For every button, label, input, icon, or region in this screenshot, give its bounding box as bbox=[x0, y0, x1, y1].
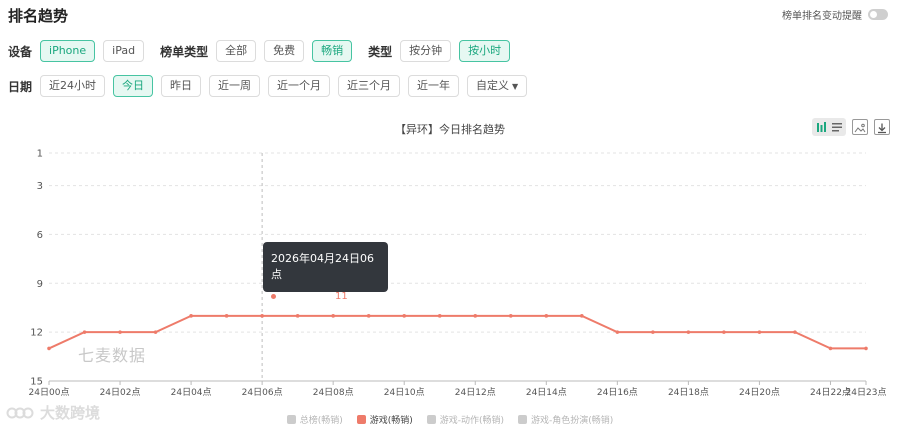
y-tick-label: 9 bbox=[37, 279, 43, 290]
logo-icon bbox=[6, 407, 34, 418]
legend-swatch bbox=[356, 415, 366, 424]
data-point bbox=[118, 330, 122, 334]
logo: 大数跨境 bbox=[6, 402, 100, 423]
chart-legend: 总榜(畅销) 游戏(畅销) 游戏-动作(畅销) 游戏-角色扮演(畅销) bbox=[0, 413, 900, 426]
tooltip-title: 2026年04月24日06点 bbox=[271, 252, 374, 281]
legend-swatch bbox=[426, 415, 436, 424]
x-tick-label: 24日06点 bbox=[242, 387, 283, 398]
x-tick-label: 24日10点 bbox=[384, 387, 425, 398]
data-point bbox=[260, 314, 264, 318]
y-tick-label: 3 bbox=[37, 181, 43, 192]
data-point bbox=[295, 314, 300, 318]
y-tick-label: 12 bbox=[30, 328, 43, 339]
y-tick-label: 6 bbox=[37, 230, 43, 241]
legend-label: 游戏-角色扮演(畅销) bbox=[531, 416, 614, 426]
x-tick-label: 24日23点 bbox=[846, 387, 887, 398]
legend-item[interactable]: 总榜(畅销) bbox=[286, 413, 343, 426]
data-point bbox=[686, 330, 691, 334]
data-point bbox=[189, 314, 193, 318]
y-tick-label: 15 bbox=[30, 377, 43, 388]
legend-label: 总榜(畅销) bbox=[299, 416, 343, 426]
tooltip-series-dot bbox=[271, 294, 276, 299]
x-tick-label: 24日14点 bbox=[526, 387, 567, 398]
tooltip-row: 游戏(畅销) 11 bbox=[271, 290, 380, 303]
data-point bbox=[437, 314, 442, 318]
legend-item[interactable]: 游戏(畅销) bbox=[356, 413, 413, 426]
data-point bbox=[828, 346, 833, 351]
data-point bbox=[544, 314, 549, 318]
legend-label: 游戏(畅销) bbox=[369, 416, 413, 426]
x-tick-label: 24日12点 bbox=[455, 387, 496, 398]
x-tick-label: 24日02点 bbox=[100, 387, 141, 398]
x-tick-label: 24日18点 bbox=[668, 387, 709, 398]
data-point bbox=[508, 314, 513, 318]
data-point bbox=[722, 330, 726, 334]
x-tick-label: 24日00点 bbox=[29, 387, 70, 398]
data-point bbox=[47, 346, 51, 351]
data-point bbox=[864, 346, 868, 351]
legend-swatch bbox=[286, 415, 296, 424]
data-point bbox=[615, 330, 620, 334]
data-point bbox=[651, 330, 655, 334]
watermark-text: 七麦数据 bbox=[78, 346, 147, 365]
legend-label: 游戏-动作(畅销) bbox=[439, 416, 505, 426]
y-tick-label: 1 bbox=[37, 149, 43, 160]
x-tick-label: 24日20点 bbox=[739, 387, 780, 398]
legend-item[interactable]: 游戏-角色扮演(畅销) bbox=[518, 413, 613, 426]
x-tick-label: 24日16点 bbox=[597, 387, 638, 398]
x-tick-label: 24日08点 bbox=[313, 387, 354, 398]
data-point bbox=[793, 330, 797, 334]
tooltip-value: 11 bbox=[335, 291, 348, 302]
data-point bbox=[580, 314, 584, 318]
data-point bbox=[402, 314, 407, 318]
logo-text: 大数跨境 bbox=[40, 404, 101, 422]
data-point bbox=[153, 330, 158, 334]
data-point bbox=[757, 330, 762, 334]
x-tick-label: 24日04点 bbox=[171, 387, 212, 398]
data-point bbox=[331, 314, 335, 318]
legend-item[interactable]: 游戏-动作(畅销) bbox=[426, 413, 505, 426]
data-point bbox=[224, 314, 229, 318]
chart-tooltip: 2026年04月24日06点 游戏(畅销) 11 bbox=[263, 242, 388, 303]
data-point bbox=[82, 330, 87, 334]
legend-swatch bbox=[518, 415, 528, 424]
data-point bbox=[473, 314, 478, 318]
tooltip-series-name: 游戏(畅销) bbox=[280, 293, 324, 303]
data-point bbox=[366, 314, 371, 318]
